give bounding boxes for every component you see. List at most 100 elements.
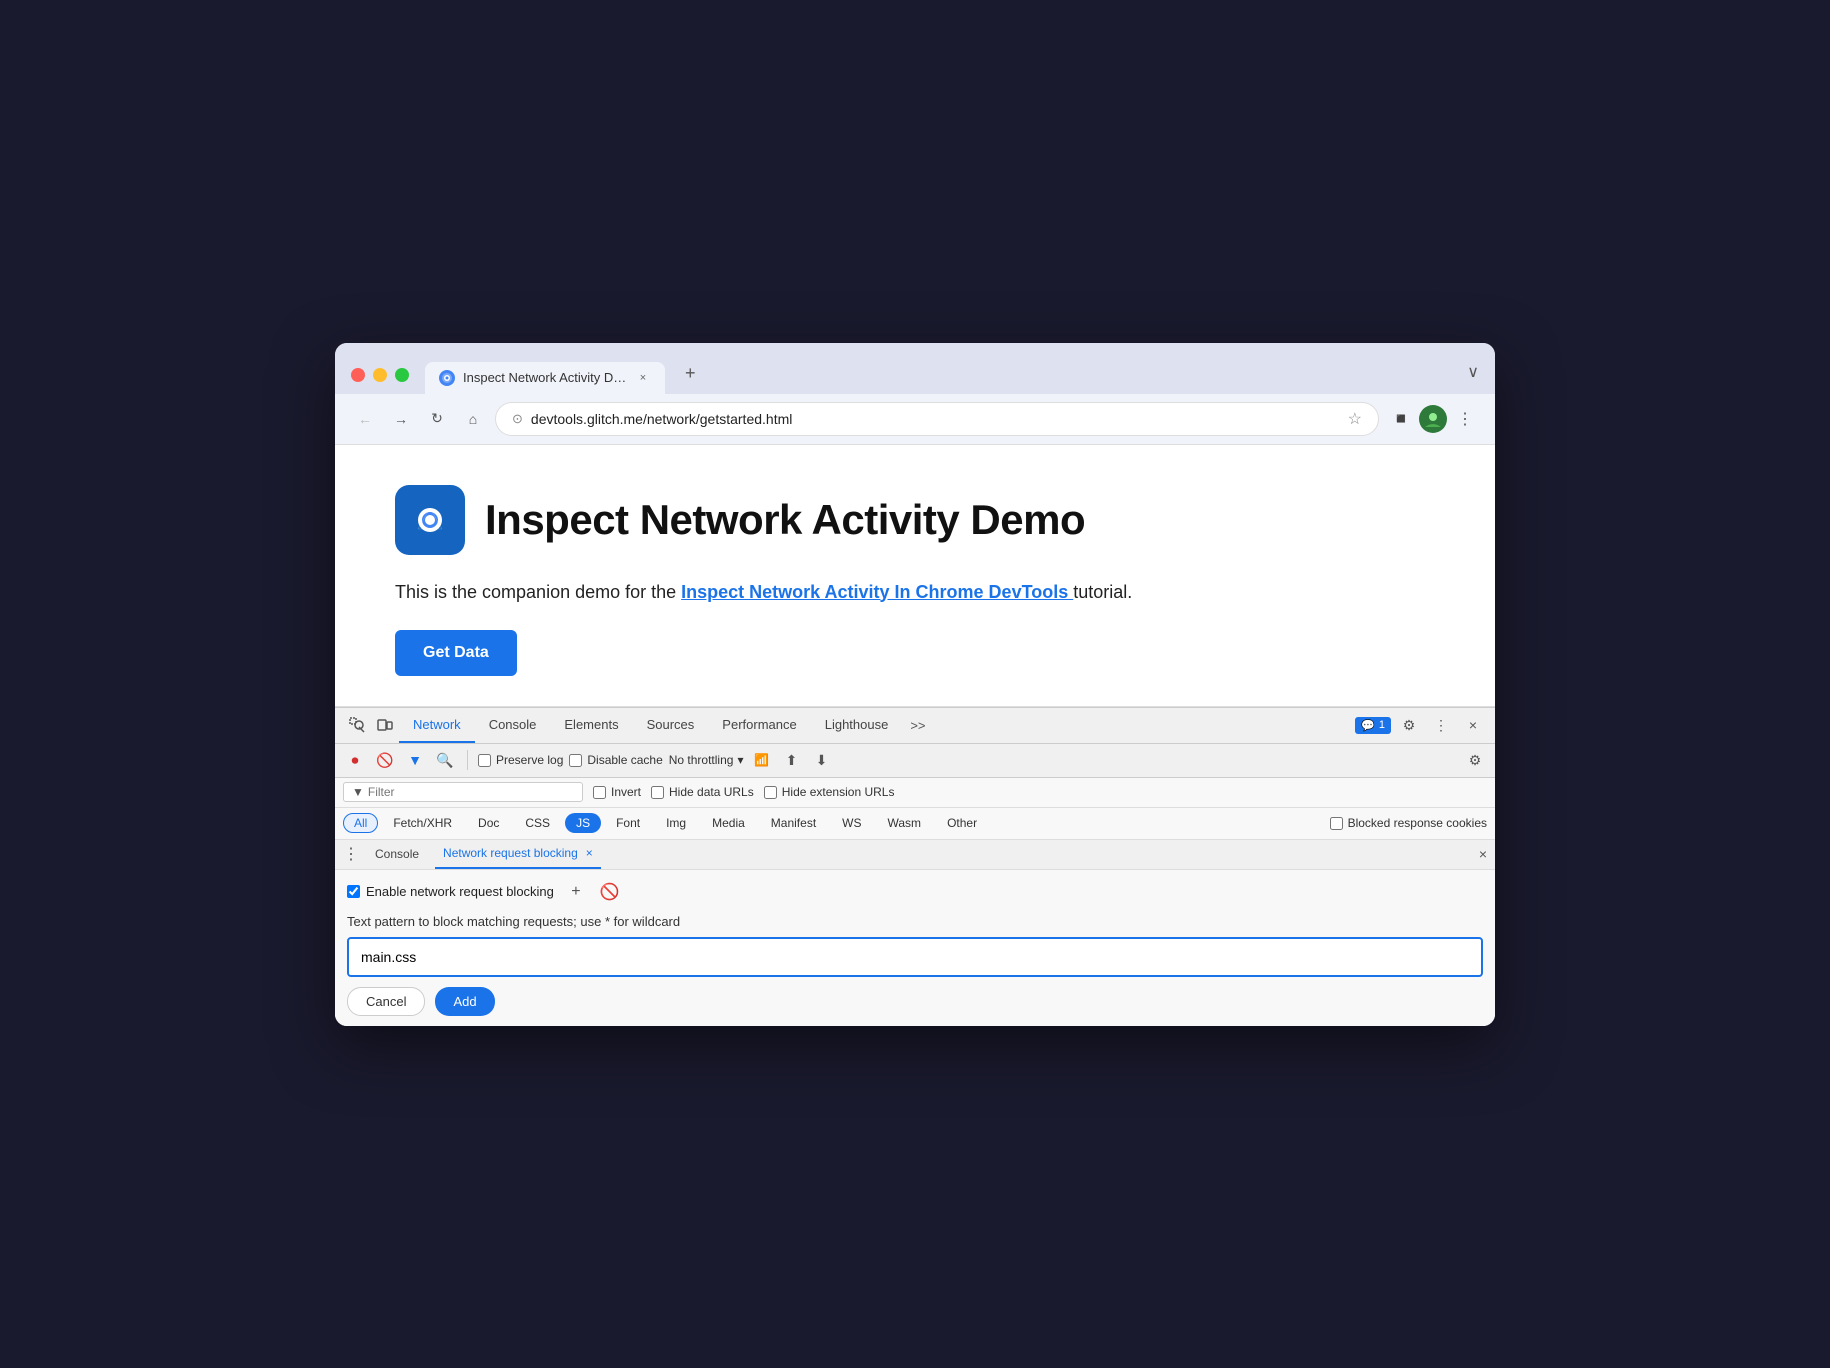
filter-input-wrap[interactable]: ▼ (343, 782, 583, 802)
minimize-window-button[interactable] (373, 368, 387, 382)
blocked-cookies-text: Blocked response cookies (1348, 816, 1487, 830)
bookmark-icon[interactable]: ☆ (1348, 409, 1362, 429)
home-button[interactable]: ⌂ (459, 405, 487, 433)
filter-ws[interactable]: WS (831, 813, 872, 833)
maximize-window-button[interactable] (395, 368, 409, 382)
console-badge[interactable]: 💬 1 (1355, 717, 1391, 734)
security-icon: ⊙ (512, 411, 523, 427)
filter-all[interactable]: All (343, 813, 378, 833)
devtools-tab-bar: Network Console Elements Sources Perform… (335, 708, 1495, 744)
filter-other[interactable]: Other (936, 813, 988, 833)
page-content: Inspect Network Activity Demo This is th… (335, 445, 1495, 707)
active-tab[interactable]: Inspect Network Activity Dem × (425, 362, 665, 394)
tab-console[interactable]: Console (475, 707, 551, 743)
search-button[interactable]: 🔍 (433, 748, 457, 772)
subtitle-text: This is the companion demo for the (395, 582, 681, 602)
hide-data-urls-label[interactable]: Hide data URLs (651, 785, 754, 799)
chrome-logo (395, 485, 465, 555)
close-blocking-tab-icon[interactable]: × (586, 846, 593, 860)
blocked-cookies-checkbox[interactable] (1330, 817, 1343, 830)
profile-button[interactable] (1419, 405, 1447, 433)
devtools-right-icons: 💬 1 ⚙ ⋮ × (1355, 711, 1487, 739)
filter-icon[interactable]: ▼ (403, 748, 427, 772)
traffic-lights (351, 368, 409, 394)
device-toolbar-icon[interactable] (371, 711, 399, 739)
invert-checkbox[interactable] (593, 786, 606, 799)
disable-cache-text: Disable cache (587, 753, 662, 767)
bottom-tab-console[interactable]: Console (367, 839, 427, 869)
forward-button[interactable]: → (387, 405, 415, 433)
hide-data-urls-checkbox[interactable] (651, 786, 664, 799)
filter-css[interactable]: CSS (514, 813, 561, 833)
back-button[interactable]: ← (351, 405, 379, 433)
new-tab-button[interactable]: + (673, 355, 708, 394)
close-devtools-button[interactable]: × (1459, 711, 1487, 739)
hide-data-urls-text: Hide data URLs (669, 785, 754, 799)
tab-network[interactable]: Network (399, 707, 475, 743)
throttle-dropdown-icon: ▾ (737, 753, 743, 767)
throttle-select[interactable]: No throttling ▾ (669, 753, 744, 767)
address-bar[interactable]: ⊙ devtools.glitch.me/network/getstarted.… (495, 402, 1379, 436)
filter-wasm[interactable]: Wasm (877, 813, 933, 833)
reload-button[interactable]: ↻ (423, 405, 451, 433)
close-bottom-panel-button[interactable]: × (1479, 846, 1487, 862)
hide-ext-urls-checkbox[interactable] (764, 786, 777, 799)
clear-patterns-button[interactable]: 🚫 (598, 880, 622, 904)
hide-ext-urls-label[interactable]: Hide extension URLs (764, 785, 895, 799)
tab-performance[interactable]: Performance (708, 707, 810, 743)
wifi-icon[interactable]: 📶 (749, 748, 773, 772)
clear-button[interactable]: 🚫 (373, 748, 397, 772)
devtools-panel: Network Console Elements Sources Perform… (335, 707, 1495, 1026)
hide-ext-urls-text: Hide extension URLs (782, 785, 895, 799)
tab-sources[interactable]: Sources (633, 707, 709, 743)
download-icon[interactable]: ⬇ (809, 748, 833, 772)
filter-funnel-icon: ▼ (352, 785, 364, 799)
filter-fetch-xhr[interactable]: Fetch/XHR (382, 813, 463, 833)
network-toolbar: ⏺ 🚫 ▼ 🔍 Preserve log Disable cache No th… (335, 744, 1495, 778)
enable-blocking-label[interactable]: Enable network request blocking (347, 884, 554, 899)
extensions-button[interactable]: ◾ (1387, 405, 1415, 433)
add-action-button[interactable]: Add (435, 987, 494, 1016)
settings-icon[interactable]: ⚙ (1395, 711, 1423, 739)
filter-media[interactable]: Media (701, 813, 756, 833)
filter-font[interactable]: Font (605, 813, 651, 833)
filter-js[interactable]: JS (565, 813, 601, 833)
network-settings-icon[interactable]: ⚙ (1463, 748, 1487, 772)
blocked-cookies-label[interactable]: Blocked response cookies (1330, 816, 1487, 830)
request-blocking-panel: Enable network request blocking + 🚫 Text… (335, 870, 1495, 1026)
pattern-input[interactable] (347, 937, 1483, 977)
add-pattern-button[interactable]: + (564, 880, 588, 904)
close-window-button[interactable] (351, 368, 365, 382)
preserve-log-checkbox[interactable] (478, 754, 491, 767)
enable-blocking-row: Enable network request blocking + 🚫 (347, 880, 1483, 904)
bottom-panel-header: ⋮ Console Network request blocking × × (335, 840, 1495, 870)
more-options-icon[interactable]: ⋮ (1427, 711, 1455, 739)
tab-lighthouse[interactable]: Lighthouse (811, 707, 903, 743)
filter-manifest[interactable]: Manifest (760, 813, 827, 833)
disable-cache-label[interactable]: Disable cache (569, 753, 662, 767)
nav-right-icons: ◾ ⋮ (1387, 405, 1479, 433)
filter-input[interactable] (368, 785, 574, 799)
filter-doc[interactable]: Doc (467, 813, 510, 833)
tab-close-button[interactable]: × (635, 370, 651, 386)
bottom-tab-network-blocking[interactable]: Network request blocking × (435, 839, 601, 869)
tab-dropdown-button[interactable]: ∨ (1467, 362, 1479, 394)
get-data-button[interactable]: Get Data (395, 630, 517, 676)
tab-elements[interactable]: Elements (550, 707, 632, 743)
disable-cache-checkbox[interactable] (569, 754, 582, 767)
upload-icon[interactable]: ⬆ (779, 748, 803, 772)
inspect-element-icon[interactable] (343, 711, 371, 739)
record-stop-button[interactable]: ⏺ (343, 748, 367, 772)
enable-blocking-text: Enable network request blocking (366, 884, 554, 899)
invert-label[interactable]: Invert (593, 785, 641, 799)
bottom-panel-menu-icon[interactable]: ⋮ (343, 844, 359, 864)
title-bar: Inspect Network Activity Dem × + ∨ (335, 343, 1495, 394)
page-header: Inspect Network Activity Demo (395, 485, 1435, 555)
preserve-log-label[interactable]: Preserve log (478, 753, 563, 767)
chrome-menu-button[interactable]: ⋮ (1451, 405, 1479, 433)
more-tabs-button[interactable]: >> (902, 718, 933, 733)
cancel-button[interactable]: Cancel (347, 987, 425, 1016)
enable-blocking-checkbox[interactable] (347, 885, 360, 898)
filter-img[interactable]: Img (655, 813, 697, 833)
subtitle-link[interactable]: Inspect Network Activity In Chrome DevTo… (681, 582, 1073, 602)
